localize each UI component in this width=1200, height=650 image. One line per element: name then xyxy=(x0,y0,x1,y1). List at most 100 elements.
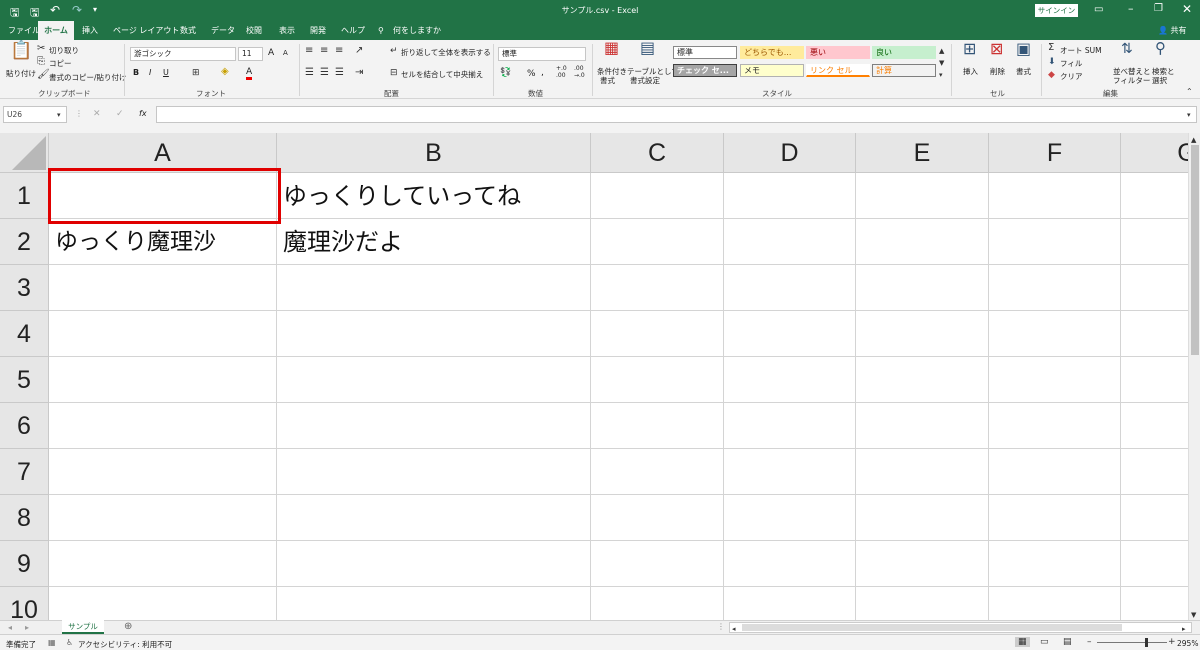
align-top-icon[interactable]: ≡ xyxy=(305,46,313,56)
style-normal[interactable]: 標準 xyxy=(673,46,737,59)
find-select-button-line2[interactable]: 選択 xyxy=(1152,75,1167,86)
page-layout-view-icon[interactable]: ▭ xyxy=(1040,637,1049,647)
style-calculation[interactable]: 計算 xyxy=(872,64,936,77)
expand-formula-bar-icon[interactable]: ▾ xyxy=(1187,110,1191,120)
align-bottom-icon[interactable]: ≡ xyxy=(335,46,343,56)
style-good[interactable]: 良い xyxy=(872,46,936,59)
column-header-g[interactable]: G xyxy=(1121,133,1188,173)
clear-button[interactable]: クリア xyxy=(1060,71,1083,82)
indent-icon[interactable]: ⇥ xyxy=(355,68,363,78)
conditional-format-button-line2[interactable]: 書式 xyxy=(600,75,615,86)
page-break-view-icon[interactable]: ▤ xyxy=(1063,637,1072,647)
grow-font-button[interactable]: A xyxy=(268,48,274,58)
align-left-icon[interactable]: ☰ xyxy=(305,68,314,78)
cell-b2[interactable]: 魔理沙だよ xyxy=(277,219,403,265)
scroll-left-icon[interactable]: ◂ xyxy=(732,624,736,634)
zoom-out-icon[interactable]: – xyxy=(1087,637,1092,647)
tab-review[interactable]: 校閲 xyxy=(246,21,262,40)
worksheet-grid[interactable]: A B C D E F G 1 2 3 4 5 6 7 8 9 10 ゆっくりし… xyxy=(0,133,1188,620)
column-header-d[interactable]: D xyxy=(724,133,856,173)
tab-file[interactable]: ファイル xyxy=(8,21,40,40)
select-all-corner[interactable] xyxy=(0,133,49,173)
vertical-scrollbar[interactable]: ▲ ▼ xyxy=(1188,133,1200,620)
status-accessibility[interactable]: アクセシビリティ: 利用不可 xyxy=(78,639,172,650)
macro-record-icon[interactable]: ▦ xyxy=(48,638,56,648)
cancel-icon[interactable]: ✕ xyxy=(93,109,101,119)
comma-button[interactable]: , xyxy=(541,68,544,78)
zoom-in-icon[interactable]: + xyxy=(1168,637,1176,647)
style-check-cell[interactable]: チェック セ... xyxy=(673,64,737,77)
new-sheet-icon[interactable]: ⊕ xyxy=(124,622,132,632)
row-header-6[interactable]: 6 xyxy=(0,403,49,449)
row-header-4[interactable]: 4 xyxy=(0,311,49,357)
column-header-a[interactable]: A xyxy=(49,133,277,173)
column-header-b[interactable]: B xyxy=(277,133,591,173)
column-header-c[interactable]: C xyxy=(591,133,724,173)
tab-home[interactable]: ホーム xyxy=(38,21,74,40)
horizontal-scroll-thumb[interactable] xyxy=(742,624,1122,631)
style-bad[interactable]: 悪い xyxy=(806,46,870,59)
delete-cells-button[interactable]: 削除 xyxy=(990,66,1005,77)
styles-scroll-up-icon[interactable]: ▲ xyxy=(939,46,944,56)
share-button[interactable]: 👤 共有 xyxy=(1158,21,1187,40)
tab-insert[interactable]: 挿入 xyxy=(82,21,98,40)
row-header-3[interactable]: 3 xyxy=(0,265,49,311)
close-icon[interactable]: ✕ xyxy=(1182,2,1192,16)
format-as-table-button-line2[interactable]: 書式設定 xyxy=(630,75,660,86)
ribbon-display-icon[interactable]: ▭ xyxy=(1094,4,1103,15)
cell-b1[interactable]: ゆっくりしていってね xyxy=(277,173,521,219)
italic-button[interactable]: I xyxy=(149,68,151,77)
percent-button[interactable]: % xyxy=(527,69,536,79)
shrink-font-button[interactable]: A xyxy=(283,49,288,57)
wrap-text-button[interactable]: 折り返して全体を表示する xyxy=(401,47,491,58)
cell-a2[interactable]: ゆっくり魔理沙 xyxy=(49,219,216,265)
align-middle-icon[interactable]: ≡ xyxy=(320,46,328,56)
row-header-5[interactable]: 5 xyxy=(0,357,49,403)
zoom-slider-thumb[interactable] xyxy=(1145,638,1148,647)
tell-me-search[interactable]: 何をしますか xyxy=(393,21,441,40)
align-right-icon[interactable]: ☰ xyxy=(335,68,344,78)
number-format-select[interactable]: 標準 xyxy=(498,47,586,61)
align-center-icon[interactable]: ☰ xyxy=(320,68,329,78)
next-sheet-icon[interactable]: ▸ xyxy=(25,623,29,633)
autosum-button[interactable]: オート SUM xyxy=(1060,45,1102,56)
scroll-thumb[interactable] xyxy=(1191,145,1199,355)
tab-data[interactable]: データ xyxy=(211,21,235,40)
prev-sheet-icon[interactable]: ◂ xyxy=(8,623,12,633)
currency-icon[interactable]: 💱 xyxy=(500,68,511,78)
column-header-f[interactable]: F xyxy=(989,133,1121,173)
tab-formulas[interactable]: 数式 xyxy=(180,21,196,40)
enter-icon[interactable]: ✓ xyxy=(116,109,124,119)
insert-cells-button[interactable]: 挿入 xyxy=(963,66,978,77)
font-color-button[interactable]: A xyxy=(246,67,253,80)
row-header-1[interactable]: 1 xyxy=(0,173,49,219)
row-header-7[interactable]: 7 xyxy=(0,449,49,495)
sort-filter-button-line2[interactable]: フィルター xyxy=(1113,75,1150,86)
tab-view[interactable]: 表示 xyxy=(279,21,295,40)
decrease-decimal-button[interactable]: .00 →.0 xyxy=(574,65,588,79)
restore-icon[interactable]: ❐ xyxy=(1154,3,1163,14)
formula-input[interactable] xyxy=(156,106,1197,123)
underline-button[interactable]: U xyxy=(163,68,169,77)
style-neutral[interactable]: どちらでも... xyxy=(740,46,804,59)
tab-splitter-icon[interactable]: ⋮ xyxy=(717,622,725,632)
row-header-10[interactable]: 10 xyxy=(0,587,49,620)
name-box-dropdown-icon[interactable]: ▾ xyxy=(57,110,61,120)
column-header-e[interactable]: E xyxy=(856,133,989,173)
row-header-2[interactable]: 2 xyxy=(0,219,49,265)
fill-color-icon[interactable]: ◈ xyxy=(221,67,229,77)
horizontal-scrollbar[interactable]: ◂ ▸ xyxy=(729,622,1192,633)
font-size-select[interactable]: 11 xyxy=(238,47,263,61)
merge-center-button[interactable]: セルを結合して中央揃え xyxy=(401,69,483,80)
format-cells-button[interactable]: 書式 xyxy=(1016,66,1031,77)
styles-scroll-down-icon[interactable]: ▼ xyxy=(939,58,944,68)
style-linked-cell[interactable]: リンク セル xyxy=(806,64,870,77)
paste-icon[interactable]: 📋 xyxy=(10,42,32,60)
insert-function-button[interactable]: fx xyxy=(139,109,147,118)
minimize-icon[interactable]: – xyxy=(1128,2,1134,15)
signin-button[interactable]: サインイン xyxy=(1035,4,1078,17)
zoom-level[interactable]: 295% xyxy=(1177,639,1198,648)
cut-button[interactable]: 切り取り xyxy=(49,45,79,56)
collapse-ribbon-icon[interactable]: ⌃ xyxy=(1186,87,1193,97)
tab-page-layout[interactable]: ページ レイアウト xyxy=(113,21,179,40)
